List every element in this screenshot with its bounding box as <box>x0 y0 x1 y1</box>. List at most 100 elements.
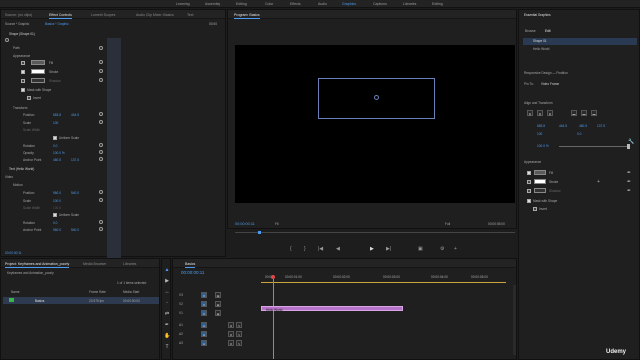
reset-icon[interactable] <box>99 198 103 202</box>
workspace-graphics[interactable]: Graphics <box>342 2 356 6</box>
reset-icon[interactable] <box>99 78 103 82</box>
step-back-icon[interactable]: ◀ <box>336 246 340 252</box>
track-target-a1[interactable]: A <box>201 322 207 328</box>
reset-icon[interactable] <box>99 157 103 161</box>
align-top-icon[interactable]: ▬ <box>571 110 577 116</box>
motion-anchor-x[interactable]: 960.0 <box>53 228 61 232</box>
eyedropper-icon[interactable]: ✒ <box>627 179 631 185</box>
fill-swatch[interactable] <box>31 60 45 65</box>
eg-anchor-x[interactable]: 460.5 <box>579 124 587 128</box>
work-area-bar[interactable] <box>261 282 506 283</box>
uniform-scale-checkbox[interactable] <box>53 136 57 140</box>
fill-checkbox[interactable] <box>21 61 25 65</box>
anchor-point-icon[interactable] <box>374 95 379 100</box>
workspace-editing[interactable]: Editing <box>236 2 247 6</box>
step-forward-icon[interactable]: ▶| <box>386 246 391 252</box>
reset-icon[interactable] <box>99 150 103 154</box>
solo-icon[interactable]: S <box>236 340 242 346</box>
program-timecode[interactable]: 00:00:00:11 <box>235 222 255 226</box>
reset-icon[interactable] <box>99 69 103 73</box>
layer-text-name[interactable]: Hello World <box>533 47 549 51</box>
ripple-edit-icon[interactable]: ↔ <box>164 289 170 295</box>
timeline-scrollbar[interactable] <box>513 285 516 355</box>
wrench-icon[interactable]: 🔧 <box>628 139 634 145</box>
stroke-checkbox[interactable] <box>21 70 25 74</box>
eg-mask-checkbox[interactable] <box>527 199 531 203</box>
timeline-timecode[interactable]: 00:00:00:11 <box>181 270 204 275</box>
source-label[interactable]: Source * Graphic <box>5 22 29 26</box>
mute-icon[interactable]: M <box>228 331 234 337</box>
anchor-y[interactable]: 137.5 <box>71 158 79 162</box>
eg-fill-swatch[interactable] <box>534 170 546 175</box>
keyframe-timeline-area[interactable] <box>107 38 121 258</box>
shape-title[interactable]: Shape (Shape 01) <box>9 32 35 36</box>
tab-text[interactable]: Text <box>187 13 193 17</box>
settings-icon[interactable]: ⚙ <box>440 246 444 252</box>
pin-target-dropdown[interactable]: Video Frame <box>541 82 559 86</box>
playhead-line[interactable] <box>273 279 274 359</box>
export-frame-icon[interactable]: ▣ <box>418 246 423 252</box>
mark-in-icon[interactable]: { <box>290 246 292 252</box>
motion-position-x[interactable]: 960.0 <box>53 191 61 195</box>
quality-dropdown[interactable]: Full <box>445 222 450 226</box>
eg-anchor-y[interactable]: 137.5 <box>597 124 605 128</box>
opacity-slider[interactable] <box>559 146 629 147</box>
align-right-icon[interactable]: ▮ <box>547 110 553 116</box>
mask-checkbox[interactable] <box>21 88 25 92</box>
lock-icon[interactable]: ▣ <box>215 301 221 307</box>
eg-position-y[interactable]: 444.5 <box>559 124 567 128</box>
lock-icon[interactable]: ▣ <box>215 310 221 316</box>
eg-invert-checkbox[interactable] <box>533 207 537 211</box>
reset-icon[interactable] <box>99 227 103 231</box>
anchor-x[interactable]: 460.5 <box>53 158 61 162</box>
eg-scale[interactable]: 100 <box>537 132 542 136</box>
tab-libraries[interactable]: Libraries <box>123 262 136 266</box>
position-y[interactable]: 444.5 <box>71 113 79 117</box>
slip-tool-icon[interactable]: ⇄ <box>164 311 170 317</box>
program-scrub-bar[interactable] <box>235 232 515 233</box>
reset-icon[interactable] <box>99 220 103 224</box>
eg-fill-checkbox[interactable] <box>527 171 531 175</box>
col-media-start[interactable]: Media Start <box>123 290 139 294</box>
ec-bottom-timecode[interactable]: 00:00:00:11 <box>5 251 22 255</box>
position-x[interactable]: 683.8 <box>53 113 61 117</box>
eg-shadow-swatch[interactable] <box>534 188 546 193</box>
track-target-v1[interactable]: V <box>201 310 207 316</box>
eyedropper-icon[interactable]: ✒ <box>627 170 631 176</box>
play-icon[interactable]: ▶ <box>370 246 374 252</box>
eg-opacity[interactable]: 100.0 % <box>537 144 549 148</box>
opacity-value[interactable]: 100.0 % <box>53 151 65 155</box>
tab-lumetri-scopes[interactable]: Lumetri Scopes <box>91 13 115 17</box>
toggle-icon[interactable] <box>5 38 9 42</box>
invert-checkbox[interactable] <box>27 96 31 100</box>
program-video-frame[interactable] <box>235 45 515 203</box>
tab-source[interactable]: Source: (no clips) <box>5 13 32 17</box>
shadow-checkbox[interactable] <box>21 79 25 83</box>
stroke-swatch[interactable] <box>31 69 45 74</box>
workspace-editing-2[interactable]: Editing <box>432 2 443 6</box>
track-target-a2[interactable]: A <box>201 331 207 337</box>
hand-tool-icon[interactable]: ✋ <box>164 333 170 339</box>
pen-tool-icon[interactable]: ✒ <box>164 322 170 328</box>
razor-tool-icon[interactable]: ◦ <box>164 300 170 306</box>
workspace-learning[interactable]: Learning <box>176 2 190 6</box>
tab-media-browser[interactable]: Media Browser <box>83 262 106 266</box>
text-layer-title[interactable]: Text (Hello World) <box>9 167 34 171</box>
tab-program[interactable]: Program: Basics <box>234 13 260 19</box>
reset-icon[interactable] <box>99 60 103 64</box>
workspace-captions[interactable]: Captions <box>373 2 387 6</box>
tab-sequence-basics[interactable]: Basics <box>185 262 196 268</box>
eg-shadow-checkbox[interactable] <box>527 189 531 193</box>
fit-dropdown[interactable]: Fit <box>275 222 279 226</box>
col-name[interactable]: Name <box>11 290 20 294</box>
motion-position-y[interactable]: 540.0 <box>71 191 79 195</box>
timeline-clip-hello-world[interactable]: Hello World <box>261 306 403 312</box>
align-middle-icon[interactable]: ▬ <box>581 110 587 116</box>
tab-edit[interactable]: Edit <box>545 29 551 33</box>
workspace-color[interactable]: Color <box>265 2 273 6</box>
motion-scale-value[interactable]: 100.0 <box>53 199 61 203</box>
track-target-v2[interactable]: V <box>201 301 207 307</box>
eg-stroke-swatch[interactable] <box>534 179 546 184</box>
solo-icon[interactable]: S <box>236 331 242 337</box>
track-target-v3[interactable]: V <box>201 292 207 298</box>
